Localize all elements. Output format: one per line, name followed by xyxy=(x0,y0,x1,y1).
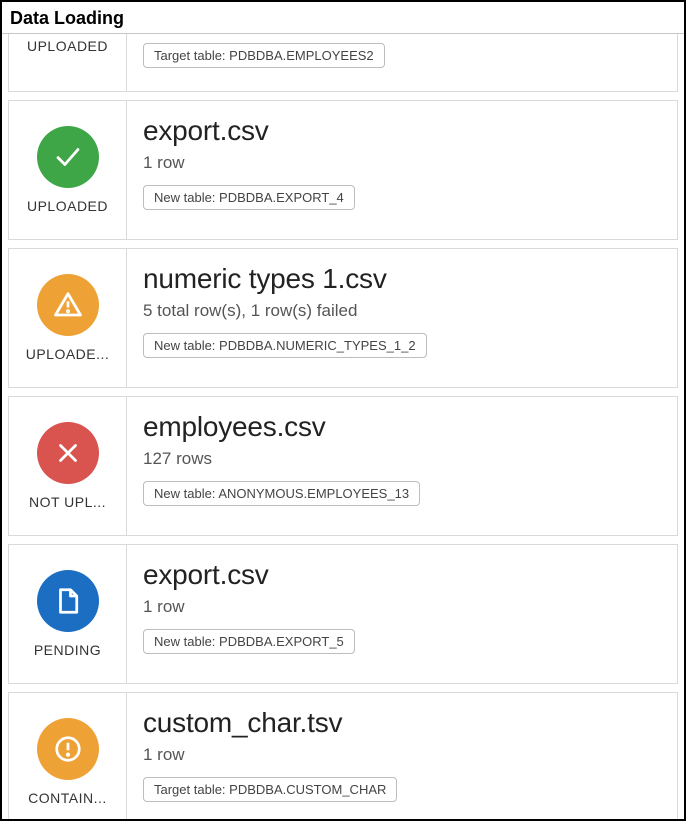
file-name: numeric types 1.csv xyxy=(143,263,661,295)
status-column: PENDING xyxy=(9,545,127,683)
row-summary: 1 row xyxy=(143,745,661,765)
status-column: CONTAIN... xyxy=(9,693,127,821)
upload-list: UPLOADEDTarget table: PDBDBA.EMPLOYEES2U… xyxy=(2,34,684,821)
status-label: UPLOADED xyxy=(27,38,108,54)
row-summary: 1 row xyxy=(143,153,661,173)
target-table-tag: Target table: PDBDBA.CUSTOM_CHAR xyxy=(143,777,397,802)
list-item[interactable]: UPLOADED Target table: PDBDBA.EMPLOYEES2 xyxy=(8,34,678,92)
file-name: employees.csv xyxy=(143,411,661,443)
row-summary: 1 row xyxy=(143,597,661,617)
list-item[interactable]: PENDING export.csv 1 row New table: PDBDBA.… xyxy=(8,544,678,684)
cross-icon xyxy=(37,422,99,484)
file-name: export.csv xyxy=(143,559,661,591)
check-icon xyxy=(37,126,99,188)
target-table-tag: New table: ANONYMOUS.EMPLOYEES_13 xyxy=(143,481,420,506)
target-table-tag: Target table: PDBDBA.EMPLOYEES2 xyxy=(143,43,385,68)
target-table-tag: New table: PDBDBA.NUMERIC_TYPES_1_2 xyxy=(143,333,427,358)
file-name: export.csv xyxy=(143,115,661,147)
status-column: UPLOADED xyxy=(9,101,127,239)
status-column: NOT UPL... xyxy=(9,397,127,535)
target-table-tag: New table: PDBDBA.EXPORT_5 xyxy=(143,629,355,654)
status-column: UPLOADED xyxy=(9,34,127,91)
alert-icon xyxy=(37,718,99,780)
file-name: custom_char.tsv xyxy=(143,707,661,739)
list-item[interactable]: UPLOADED export.csv 1 row New table: PDBDBA… xyxy=(8,100,678,240)
list-item[interactable]: UPLOADE... numeric types 1.csv 5 total row… xyxy=(8,248,678,388)
content-column: numeric types 1.csv 5 total row(s), 1 row… xyxy=(127,249,677,387)
status-label: UPLOADED xyxy=(27,198,108,214)
status-column: UPLOADE... xyxy=(9,249,127,387)
list-item[interactable]: CONTAIN... custom_char.tsv 1 row Target tab… xyxy=(8,692,678,821)
status-label: NOT UPL... xyxy=(29,494,106,510)
status-label: CONTAIN... xyxy=(28,790,107,806)
content-column: export.csv 1 row New table: PDBDBA.EXPORT_… xyxy=(127,545,677,683)
content-column: export.csv 1 row New table: PDBDBA.EXPORT_… xyxy=(127,101,677,239)
status-label: UPLOADE... xyxy=(26,346,110,362)
warning-icon xyxy=(37,274,99,336)
list-item[interactable]: NOT UPL... employees.csv 127 rows New table… xyxy=(8,396,678,536)
target-table-tag: New table: PDBDBA.EXPORT_4 xyxy=(143,185,355,210)
file-icon xyxy=(37,570,99,632)
content-column: custom_char.tsv 1 row Target table: PDBDBA… xyxy=(127,693,677,821)
data-loading-panel: Data Loading UPLOADED Target table: PDBDB… xyxy=(0,0,686,821)
content-column: employees.csv 127 rows New table: ANONYMOU… xyxy=(127,397,677,535)
page-title: Data Loading xyxy=(2,2,684,34)
row-summary: 5 total row(s), 1 row(s) failed xyxy=(143,301,661,321)
status-label: PENDING xyxy=(34,642,101,658)
content-column: Target table: PDBDBA.EMPLOYEES2 xyxy=(127,34,677,91)
row-summary: 127 rows xyxy=(143,449,661,469)
